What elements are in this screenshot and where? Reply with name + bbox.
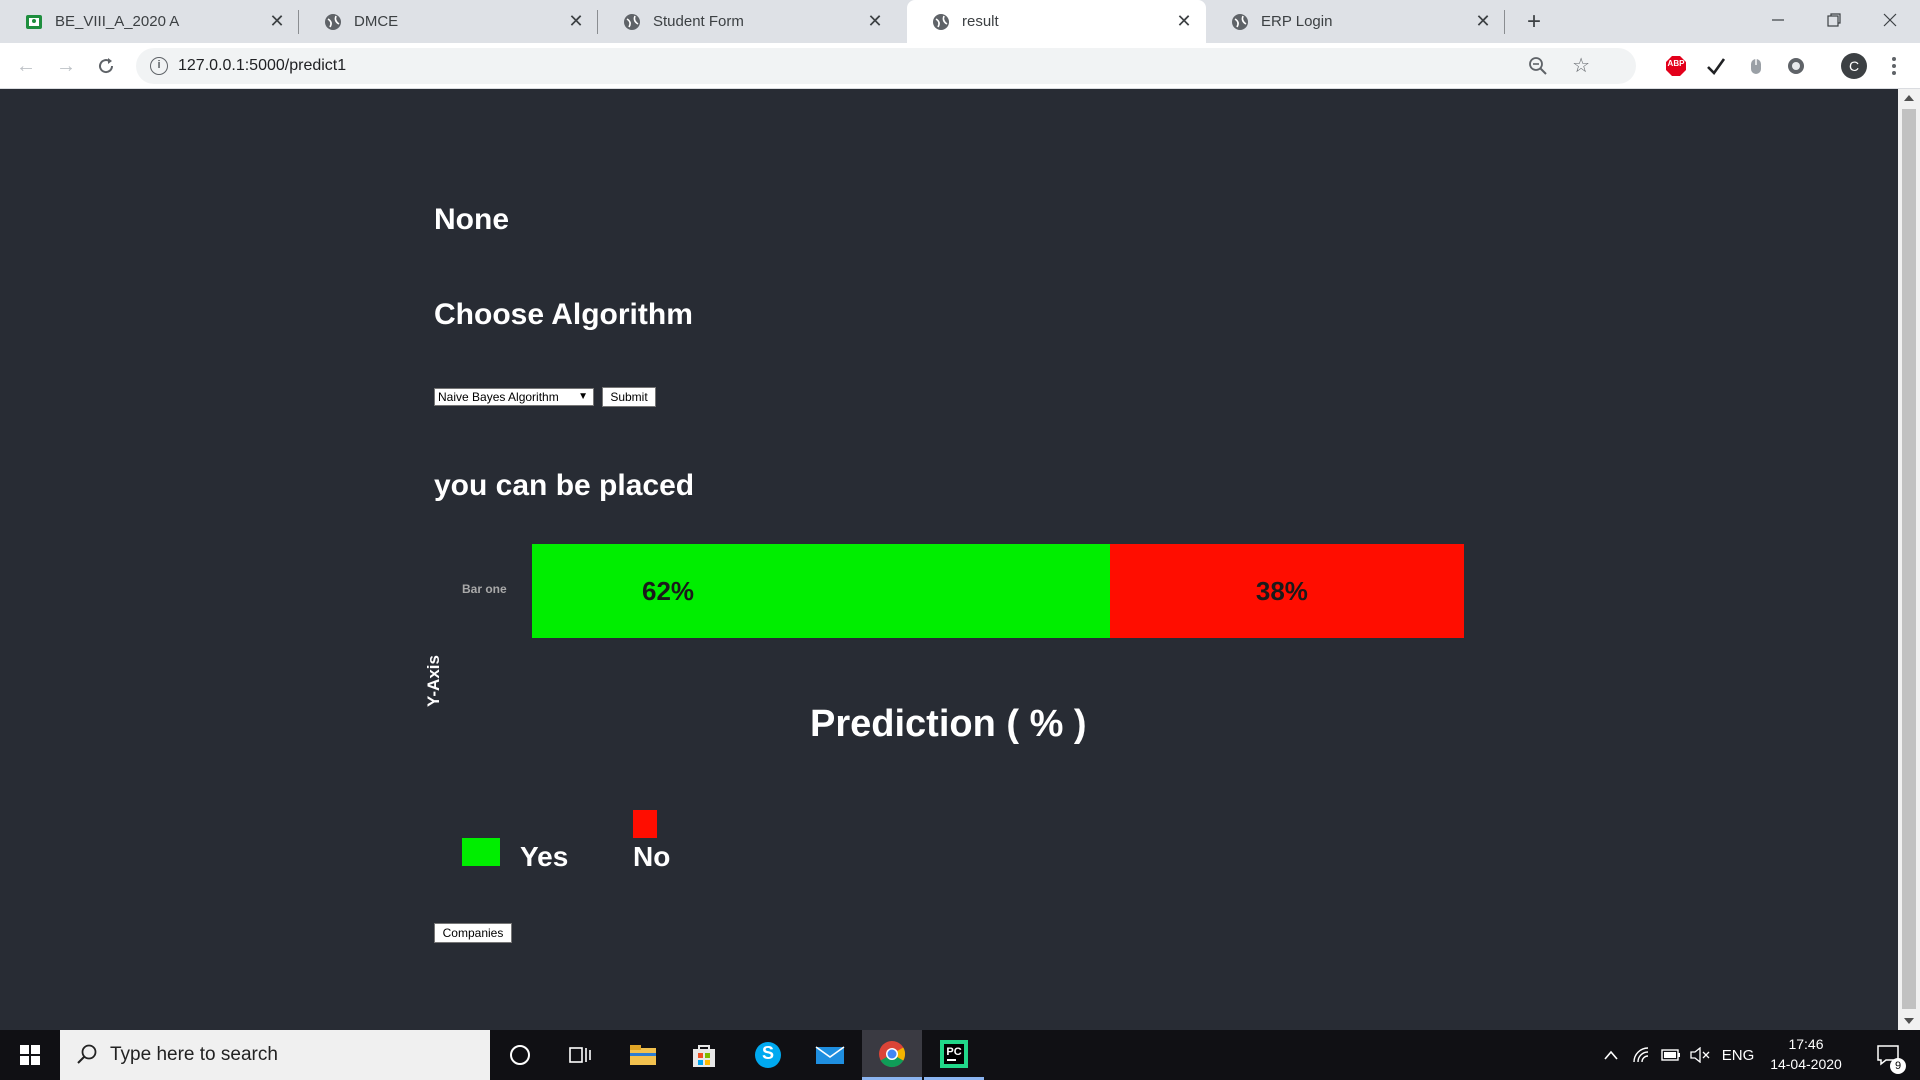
close-icon[interactable]: ✕ (267, 11, 287, 32)
submit-button[interactable]: Submit (602, 387, 656, 407)
search-placeholder: Type here to search (110, 1044, 278, 1065)
page-content: None Choose Algorithm Naive Bayes Algori… (0, 89, 1898, 1030)
tab-result[interactable]: result ✕ (907, 0, 1206, 43)
url-text: 127.0.0.1:5000/predict1 (178, 57, 347, 74)
address-bar[interactable]: i 127.0.0.1:5000/predict1 ☆ (136, 48, 1636, 84)
windows-start-icon[interactable] (0, 1030, 60, 1080)
tab-title: BE_VIII_A_2020 A (55, 13, 180, 30)
pycharm-icon[interactable]: PC (924, 1030, 984, 1080)
window-close-icon[interactable] (1862, 0, 1918, 40)
globe-icon (324, 13, 342, 31)
close-icon[interactable]: ✕ (566, 11, 586, 32)
new-tab-button[interactable]: + (1520, 8, 1548, 36)
page-scrollbar[interactable] (1898, 89, 1920, 1030)
adblock-icon[interactable]: ABP (1664, 54, 1688, 78)
heading-none: None (434, 203, 509, 236)
result-text: you can be placed (434, 469, 695, 502)
globe-icon (623, 13, 641, 31)
bar-value-label: 62% (642, 575, 695, 606)
tab-title: result (962, 13, 999, 30)
language-indicator[interactable]: ENG (1718, 1030, 1758, 1080)
companies-button[interactable]: Companies (434, 923, 512, 943)
checkmark-extension-icon[interactable] (1704, 54, 1728, 78)
mail-icon[interactable] (800, 1030, 860, 1080)
dropdown-arrow-icon: ▼ (578, 391, 588, 402)
tray-chevron-up-icon[interactable] (1598, 1030, 1624, 1080)
tab-separator (1504, 10, 1505, 34)
file-explorer-icon[interactable] (613, 1030, 673, 1080)
close-icon[interactable]: ✕ (865, 11, 885, 32)
x-axis-title: Prediction ( % ) (810, 703, 1087, 745)
legend-label-yes: Yes (520, 841, 569, 872)
profile-avatar[interactable]: C (1840, 52, 1868, 80)
legend-swatch-yes (462, 838, 500, 866)
bookmark-star-icon[interactable]: ☆ (1572, 53, 1590, 78)
tab-strip: BE_VIII_A_2020 A ✕ DMCE ✕ Student Form ✕… (0, 0, 1920, 43)
circle-extension-icon[interactable] (1784, 54, 1808, 78)
taskbar-search-input[interactable]: Type here to search (60, 1030, 490, 1080)
heading-choose-algorithm: Choose Algorithm (434, 298, 693, 331)
pycharm-label: PC (946, 1046, 962, 1058)
forward-arrow-icon[interactable]: → (52, 52, 80, 80)
category-label: Bar one (462, 582, 507, 596)
info-icon[interactable]: i (150, 57, 168, 75)
legend-swatch-no (633, 810, 657, 838)
globe-icon (1231, 13, 1249, 31)
chrome-icon[interactable] (862, 1030, 922, 1080)
bar-yes: 62% (532, 544, 1110, 638)
store-icon[interactable] (674, 1030, 734, 1080)
profile-initial: C (1848, 58, 1860, 74)
mouse-extension-icon[interactable] (1744, 54, 1768, 78)
back-arrow-icon[interactable]: ← (12, 52, 40, 80)
bar-no: 38% (1109, 544, 1464, 638)
clock[interactable]: 17:46 14-04-2020 (1760, 1034, 1852, 1074)
tab-title: DMCE (354, 13, 399, 30)
close-icon[interactable]: ✕ (1473, 11, 1493, 32)
close-icon[interactable]: ✕ (1174, 11, 1194, 32)
skype-label: S (761, 1043, 774, 1063)
windows-taskbar: Type here to search S PC ENG 17:46 14-04… (0, 1030, 1920, 1080)
algorithm-select-value: Naive Bayes Algorithm (438, 390, 559, 404)
volume-muted-icon[interactable] (1686, 1030, 1714, 1080)
wifi-icon[interactable] (1628, 1030, 1654, 1080)
y-axis-label: Y-Axis (424, 655, 443, 707)
classroom-icon (25, 13, 43, 31)
reload-icon[interactable] (92, 52, 120, 80)
skype-icon[interactable]: S (738, 1030, 798, 1080)
minimize-icon[interactable] (1750, 0, 1806, 40)
notification-center-icon[interactable]: 9 (1866, 1030, 1910, 1080)
tab-title: Student Form (653, 13, 744, 30)
restore-icon[interactable] (1806, 0, 1862, 40)
browser-toolbar: ← → i 127.0.0.1:5000/predict1 ☆ (0, 43, 1920, 89)
task-view-icon[interactable] (550, 1030, 610, 1080)
bar-value-label: 38% (1255, 575, 1308, 606)
scrollbar-thumb[interactable] (1902, 109, 1916, 1009)
adblock-label: ABP (1667, 59, 1685, 68)
tab-be-viii[interactable]: BE_VIII_A_2020 A ✕ (0, 0, 299, 43)
clock-date: 14-04-2020 (1770, 1056, 1842, 1072)
search-icon (76, 1043, 98, 1071)
menu-dots-icon[interactable] (1882, 54, 1906, 78)
battery-icon[interactable] (1658, 1030, 1684, 1080)
notification-count: 9 (1890, 1058, 1906, 1074)
tab-erp-login[interactable]: ERP Login ✕ (1206, 0, 1505, 43)
scroll-down-icon[interactable] (1904, 1018, 1914, 1024)
tab-dmce[interactable]: DMCE ✕ (299, 0, 598, 43)
tab-title: ERP Login (1261, 13, 1333, 30)
scroll-up-icon[interactable] (1904, 95, 1914, 101)
algorithm-select[interactable]: Naive Bayes Algorithm ▼ (434, 388, 594, 406)
globe-icon (932, 13, 950, 31)
clock-time: 17:46 (1788, 1036, 1824, 1052)
tab-student-form[interactable]: Student Form ✕ (598, 0, 897, 43)
legend-label-no: No (633, 841, 671, 872)
zoom-icon[interactable] (1528, 56, 1548, 76)
cortana-icon[interactable] (490, 1030, 550, 1080)
